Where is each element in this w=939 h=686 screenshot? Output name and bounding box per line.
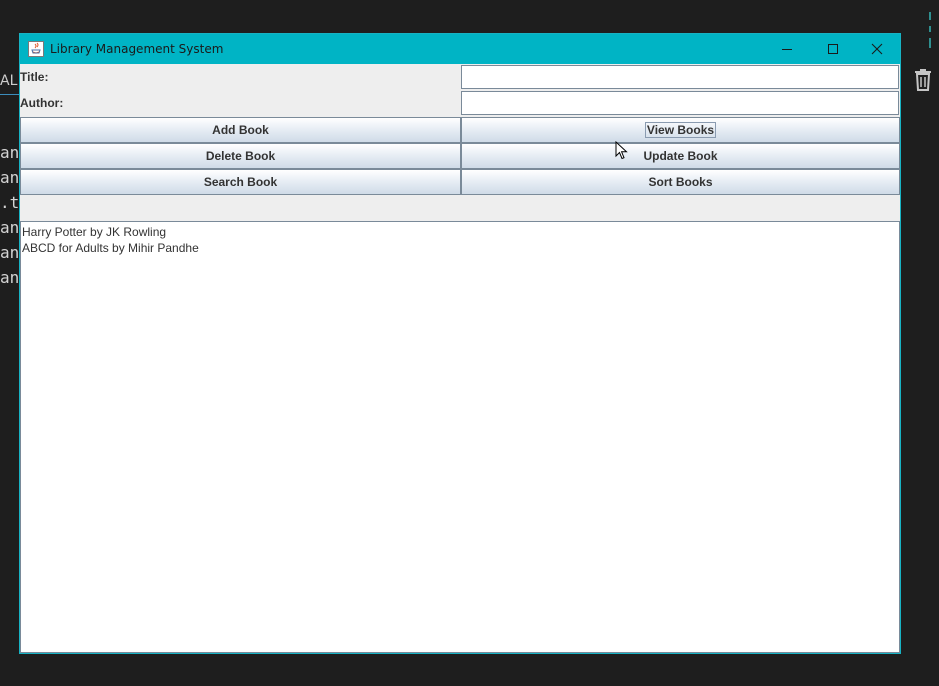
maximize-icon <box>828 44 838 54</box>
sort-books-button[interactable]: Sort Books <box>461 169 900 195</box>
code-fragment: ana <box>0 243 20 262</box>
mouse-cursor-icon <box>615 141 628 160</box>
maximize-button[interactable] <box>810 34 856 64</box>
content-pane: Title: Author: Add Book View Books Delet… <box>20 64 900 653</box>
title-label: Title: <box>20 70 49 84</box>
minimize-button[interactable] <box>764 34 810 64</box>
add-book-button[interactable]: Add Book <box>20 117 461 143</box>
code-fragment: ana <box>0 268 20 287</box>
title-bar[interactable]: Library Management System <box>20 34 900 64</box>
code-fragment: ana <box>0 143 20 162</box>
author-label: Author: <box>20 96 64 110</box>
view-books-label: View Books <box>644 122 717 138</box>
close-button[interactable] <box>854 34 900 64</box>
search-book-button[interactable]: Search Book <box>20 169 461 195</box>
output-line: Harry Potter by JK Rowling <box>22 225 167 239</box>
output-line: ABCD for Adults by Mihir Pandhe <box>22 241 199 255</box>
update-book-button[interactable]: Update Book <box>461 143 900 169</box>
java-app-icon <box>28 41 44 57</box>
trash-icon[interactable] <box>912 68 934 92</box>
background-tab-label[interactable]: AL <box>0 68 20 95</box>
code-fragment: .t <box>0 193 20 212</box>
window-title: Library Management System <box>50 42 224 56</box>
library-window: Library Management System Title: Author:… <box>19 33 901 654</box>
code-fragment: ana <box>0 168 20 187</box>
view-books-button[interactable]: View Books <box>461 117 900 143</box>
minimize-icon <box>782 49 792 50</box>
delete-book-button[interactable]: Delete Book <box>20 143 461 169</box>
title-input[interactable] <box>461 65 899 89</box>
output-text-area[interactable]: Harry Potter by JK Rowling ABCD for Adul… <box>20 221 900 653</box>
close-icon <box>871 43 883 55</box>
scroll-decorations <box>929 12 933 52</box>
background-code-fragments: ana ana .t ana ana ana <box>0 140 20 290</box>
code-fragment: ana <box>0 218 20 237</box>
author-input[interactable] <box>461 91 899 115</box>
